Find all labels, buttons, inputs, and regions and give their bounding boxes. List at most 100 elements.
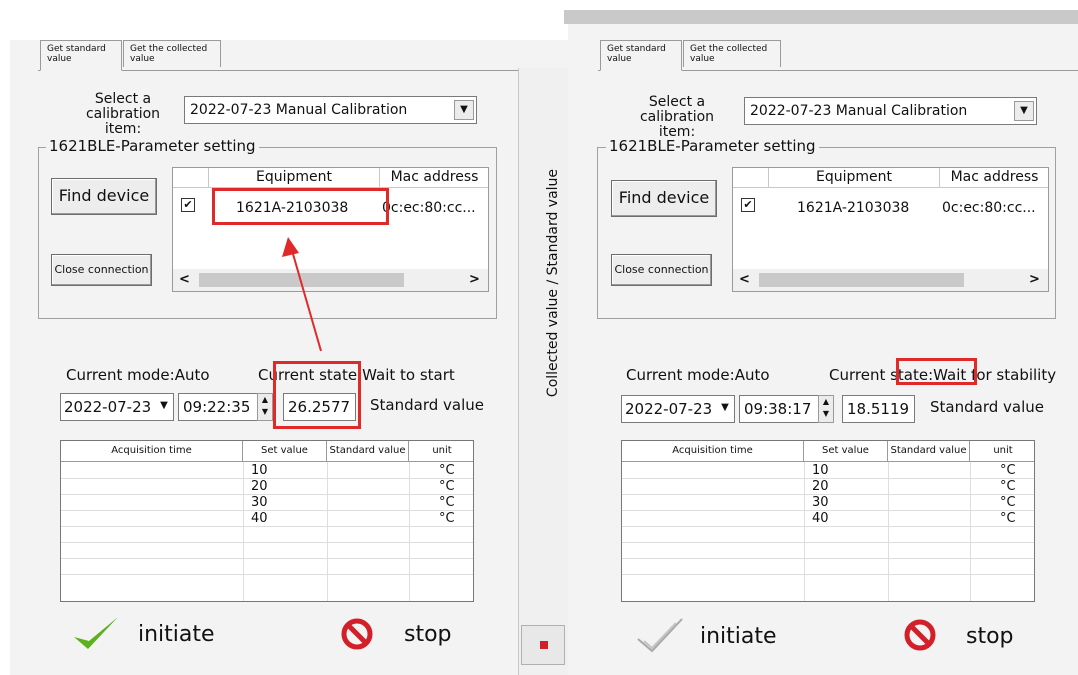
table-row-divider <box>622 574 1034 575</box>
table-col-divider <box>888 462 889 601</box>
set-value-cell: 40 <box>251 511 268 526</box>
check-icon-disabled[interactable] <box>636 615 684 655</box>
left-current-mode: Current mode:Auto <box>66 366 210 384</box>
right-time-spinner[interactable]: ▲ ▼ <box>818 395 834 423</box>
unit-cell: °C <box>439 463 455 478</box>
set-value-cell: 20 <box>812 479 829 494</box>
table-row-divider <box>622 542 1034 543</box>
left-value-field[interactable]: 26.2577 <box>283 393 356 421</box>
unit-cell: °C <box>439 511 455 526</box>
parameter-setting-title: 1621BLE-Parameter setting <box>46 138 259 154</box>
device-row-mac[interactable]: 0c:ec:80:cc... <box>382 200 476 216</box>
left-time-spinner[interactable]: ▲ ▼ <box>257 393 273 421</box>
device-row-checkbox[interactable]: ✔ <box>181 198 195 212</box>
set-value-cell: 10 <box>812 463 829 478</box>
stop-icon[interactable] <box>340 617 374 651</box>
right-time-field[interactable]: 09:38:17 <box>739 395 819 423</box>
col-acquisition-time: Acquisition time <box>622 441 804 462</box>
scroll-right-icon[interactable]: > <box>469 272 480 287</box>
set-value-cell: 40 <box>812 511 829 526</box>
right-top-bar <box>564 10 1078 24</box>
right-current-mode: Current mode:Auto <box>626 366 770 384</box>
highlight-equipment-box <box>212 188 389 225</box>
unit-cell: °C <box>1000 511 1016 526</box>
device-list-blank-header <box>733 168 769 188</box>
col-standard-value: Standard value <box>888 441 970 462</box>
col-set-value: Set value <box>804 441 888 462</box>
col-set-value: Set value <box>243 441 327 462</box>
thumbnail-red-mark <box>540 641 548 649</box>
check-icon[interactable] <box>72 613 120 653</box>
device-row-checkbox[interactable]: ✔ <box>741 198 755 212</box>
right-value-field[interactable]: 18.5119 <box>842 395 915 423</box>
unit-cell: °C <box>439 495 455 510</box>
col-unit: unit <box>409 441 473 462</box>
table-row-divider <box>622 558 1034 559</box>
device-list-header-mac: Mac address <box>940 168 1048 188</box>
left-standard-value-label: Standard value <box>370 396 484 414</box>
calibration-item-select[interactable]: 2022-07-23 Manual Calibration ▼ <box>744 97 1037 125</box>
device-list-header-equipment: Equipment <box>769 168 940 188</box>
close-connection-button[interactable]: Close connection <box>51 254 152 286</box>
col-standard-value: Standard value <box>327 441 409 462</box>
device-list-scrollbar[interactable]: < > <box>733 269 1048 291</box>
stop-button[interactable]: stop <box>404 623 452 647</box>
device-list-header-mac: Mac address <box>380 168 488 188</box>
table-col-divider <box>409 462 410 601</box>
table-row-divider <box>61 558 473 559</box>
device-list-header-equipment: Equipment <box>209 168 380 188</box>
calibration-item-label: Select a calibration item: <box>639 94 715 140</box>
set-value-cell: 20 <box>251 479 268 494</box>
unit-cell: °C <box>439 479 455 494</box>
unit-cell: °C <box>1000 495 1016 510</box>
toolbar-thumbnail-icon <box>521 625 565 665</box>
device-row-equipment[interactable]: 1621A-2103038 <box>797 200 909 216</box>
initiate-button[interactable]: initiate <box>138 623 215 647</box>
col-unit: unit <box>970 441 1034 462</box>
left-date-select[interactable]: 2022-07-23 ▼ <box>60 393 174 421</box>
date-dropdown-icon: ▼ <box>160 400 168 411</box>
table-col-divider <box>804 462 805 601</box>
dropdown-arrow-icon: ▼ <box>1014 101 1034 121</box>
stop-icon[interactable] <box>903 618 937 652</box>
table-row-divider <box>61 574 473 575</box>
initiate-button[interactable]: initiate <box>700 625 777 649</box>
calibration-item-label: Select a calibration item: <box>85 91 161 137</box>
tab-get-collected-value[interactable]: Get the collected value <box>123 40 221 67</box>
table-col-divider <box>327 462 328 601</box>
vertical-axis-label: Collected value / Standard value <box>545 168 561 398</box>
set-value-cell: 30 <box>812 495 829 510</box>
calibration-item-select[interactable]: 2022-07-23 Manual Calibration ▼ <box>184 96 477 124</box>
left-data-table[interactable]: Acquisition time Set value Standard valu… <box>60 440 474 602</box>
highlight-state-box <box>896 358 977 385</box>
table-col-divider <box>243 462 244 601</box>
right-date-select[interactable]: 2022-07-23 ▼ <box>621 395 735 423</box>
table-row-divider <box>61 542 473 543</box>
dropdown-arrow-icon: ▼ <box>454 100 474 120</box>
device-list[interactable]: Equipment Mac address ✔ 1621A-2103038 0c… <box>732 167 1049 292</box>
date-dropdown-icon: ▼ <box>721 402 729 413</box>
close-connection-button[interactable]: Close connection <box>611 254 712 286</box>
tab-get-collected-value[interactable]: Get the collected value <box>683 40 781 67</box>
scroll-right-icon[interactable]: > <box>1029 272 1040 287</box>
scroll-left-icon[interactable]: < <box>179 272 190 287</box>
find-device-button[interactable]: Find device <box>611 180 717 217</box>
device-list-blank-header <box>173 168 209 188</box>
tab-get-standard-value[interactable]: Get standard value <box>40 40 122 71</box>
table-col-divider <box>970 462 971 601</box>
set-value-cell: 10 <box>251 463 268 478</box>
scroll-thumb[interactable] <box>759 273 964 287</box>
find-device-button[interactable]: Find device <box>51 178 157 215</box>
device-row-mac[interactable]: 0c:ec:80:cc... <box>942 200 1036 216</box>
right-data-table[interactable]: Acquisition time Set value Standard valu… <box>621 440 1035 602</box>
scroll-left-icon[interactable]: < <box>739 272 750 287</box>
set-value-cell: 30 <box>251 495 268 510</box>
right-standard-value-label: Standard value <box>930 398 1044 416</box>
tab-get-standard-value[interactable]: Get standard value <box>600 40 682 71</box>
stop-button[interactable]: stop <box>966 625 1014 649</box>
col-acquisition-time: Acquisition time <box>61 441 243 462</box>
left-time-field[interactable]: 09:22:35 <box>178 393 258 421</box>
unit-cell: °C <box>1000 463 1016 478</box>
parameter-setting-title: 1621BLE-Parameter setting <box>606 138 819 154</box>
unit-cell: °C <box>1000 479 1016 494</box>
